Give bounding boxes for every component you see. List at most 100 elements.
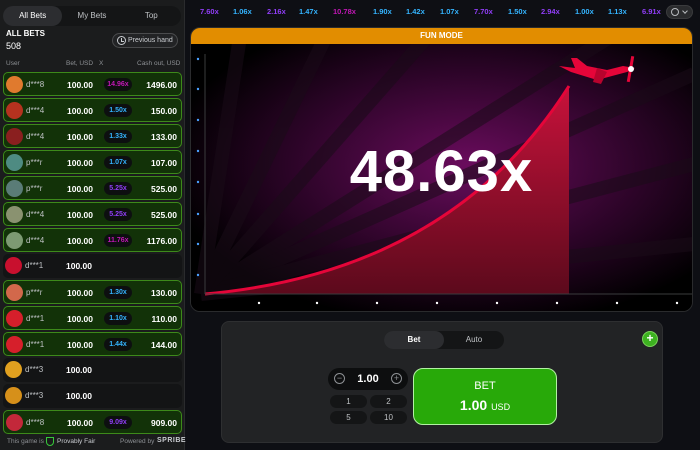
spribe-logo: SPRIBE <box>157 437 187 444</box>
history-multiplier[interactable]: 1.00x <box>575 7 594 16</box>
history-multiplier[interactable]: 1.42x <box>406 7 425 16</box>
aviator-app: All Bets My Bets Top ALL BETS 508 Previo… <box>0 0 700 450</box>
history-multiplier[interactable]: 1.90x <box>373 7 392 16</box>
bet-row: d***8 100.00 14.96x 1496.00 <box>3 72 182 96</box>
cashout-multiplier: 1.50x <box>104 104 132 117</box>
bet-button[interactable]: BET 1.00 USD <box>413 368 557 425</box>
cashout-amount: 130.00 <box>151 288 177 298</box>
column-user: User <box>6 60 20 67</box>
bet-amount: 100.00 <box>67 158 93 168</box>
increase-amount-button[interactable]: + <box>391 373 402 384</box>
bet-user: p***r <box>26 184 43 193</box>
bet-user: d***1 <box>26 340 45 349</box>
bet-amount: 100.00 <box>67 80 93 90</box>
bet-user: d***4 <box>26 132 45 141</box>
previous-hand-label: Previous hand <box>128 37 173 44</box>
bet-amount: 100.00 <box>66 391 92 401</box>
bet-user: d***4 <box>26 106 45 115</box>
history-multiplier[interactable]: 1.47x <box>299 7 318 16</box>
history-multiplier[interactable]: 2.94x <box>541 7 560 16</box>
history-multiplier[interactable]: 6.91x <box>642 7 661 16</box>
bet-row: d***4 100.00 1.33x 133.00 <box>3 124 182 148</box>
cashout-amount: 110.00 <box>151 314 177 324</box>
bet-user: d***1 <box>25 261 44 270</box>
cashout-multiplier: 9.09x <box>104 416 132 429</box>
column-x: X <box>99 60 104 67</box>
history-icon <box>117 36 126 45</box>
history-dropdown-button[interactable] <box>666 5 693 19</box>
provably-fair-link[interactable]: Provably Fair <box>57 438 95 445</box>
bet-amount: 100.00 <box>67 340 93 350</box>
bet-user: d***8 <box>26 418 45 427</box>
bet-user: p***r <box>26 158 43 167</box>
quick-amount-10[interactable]: 10 <box>370 411 407 424</box>
history-multiplier[interactable]: 10.78x <box>333 7 356 16</box>
tab-top[interactable]: Top <box>122 6 181 26</box>
powered-by-text: Powered by <box>120 438 155 445</box>
bet-user: d***1 <box>26 314 45 323</box>
clock-icon <box>671 8 679 16</box>
bet-amount: 100.00 <box>67 106 93 116</box>
avatar <box>6 310 23 327</box>
cashout-amount: 525.00 <box>151 184 177 194</box>
bet-amount: 100.00 <box>67 314 93 324</box>
bet-amount: 100.00 <box>67 210 93 220</box>
cashout-amount: 144.00 <box>151 340 177 350</box>
cashout-multiplier: 14.96x <box>104 78 132 91</box>
cashout-amount: 525.00 <box>151 210 177 220</box>
avatar <box>6 284 23 301</box>
history-multiplier[interactable]: 1.13x <box>608 7 627 16</box>
bet-row: d***8 100.00 9.09x 909.00 <box>3 410 182 434</box>
bet-row: p***r 100.00 5.25x 525.00 <box>3 176 182 200</box>
avatar <box>6 206 23 223</box>
all-bets-count: 508 <box>6 41 22 51</box>
history-multiplier[interactable]: 7.60x <box>200 7 219 16</box>
history-multiplier[interactable]: 1.07x <box>440 7 459 16</box>
tab-my-bets[interactable]: My Bets <box>62 6 121 26</box>
game-canvas: FUN MODE 48.63x <box>190 27 693 312</box>
cashout-multiplier: 11.76x <box>104 234 132 247</box>
history-multiplier[interactable]: 1.06x <box>233 7 252 16</box>
tab-bet[interactable]: Bet <box>384 331 444 349</box>
bet-amount: 100.00 <box>67 236 93 246</box>
quick-amount-5[interactable]: 5 <box>330 411 367 424</box>
bet-amount-stepper[interactable]: − 1.00 + <box>328 368 408 390</box>
bet-user: d***3 <box>25 391 44 400</box>
bet-amount: 100.00 <box>67 132 93 142</box>
cashout-amount: 909.00 <box>151 418 177 428</box>
bet-button-amount: 1.00 USD <box>459 397 511 413</box>
bets-list: d***8 100.00 14.96x 1496.00 d***4 100.00 1.50x… <box>3 72 182 436</box>
bet-user: d***4 <box>26 236 45 245</box>
cashout-amount: 107.00 <box>151 158 177 168</box>
avatar <box>5 257 22 274</box>
cashout-multiplier: 1.33x <box>104 130 132 143</box>
cashout-multiplier: 1.10x <box>104 312 132 325</box>
all-bets-title: ALL BETS <box>6 29 45 38</box>
tab-auto[interactable]: Auto <box>444 331 504 349</box>
avatar <box>5 361 22 378</box>
column-cashout: Cash out, USD <box>137 60 181 67</box>
multiplier-history: 7.60x 1.06x 2.16x 1.47x 10.78x 1.90x 1.42x 1.07… <box>190 0 666 22</box>
history-multiplier[interactable]: 7.70x <box>474 7 493 16</box>
bet-row: d***1 100.00 1.44x 144.00 <box>3 332 182 356</box>
bet-panel: Bet Auto + − 1.00 + 1 2 5 10 BET 1.00 US… <box>221 321 663 443</box>
bet-row: d***4 100.00 1.50x 150.00 <box>3 98 182 122</box>
history-multiplier[interactable]: 1.50x <box>508 7 527 16</box>
cashout-multiplier: 5.25x <box>104 182 132 195</box>
quick-amount-1[interactable]: 1 <box>330 395 367 408</box>
fun-mode-banner: FUN MODE <box>191 28 692 44</box>
avatar <box>6 336 23 353</box>
bet-user: d***3 <box>25 365 44 374</box>
bet-row: p***r 100.00 1.30x 130.00 <box>3 280 182 304</box>
tab-all-bets[interactable]: All Bets <box>3 6 63 26</box>
bet-row: d***1 100.00 1.10x 110.00 <box>3 306 182 330</box>
quick-amount-2[interactable]: 2 <box>370 395 407 408</box>
shield-icon <box>46 437 54 446</box>
cashout-amount: 1176.00 <box>146 236 177 246</box>
avatar <box>6 128 23 145</box>
cashout-amount: 1496.00 <box>146 80 177 90</box>
history-multiplier[interactable]: 2.16x <box>267 7 286 16</box>
current-multiplier: 48.63x <box>349 139 534 204</box>
add-bet-panel-button[interactable]: + <box>642 331 658 347</box>
previous-hand-button[interactable]: Previous hand <box>112 33 178 48</box>
